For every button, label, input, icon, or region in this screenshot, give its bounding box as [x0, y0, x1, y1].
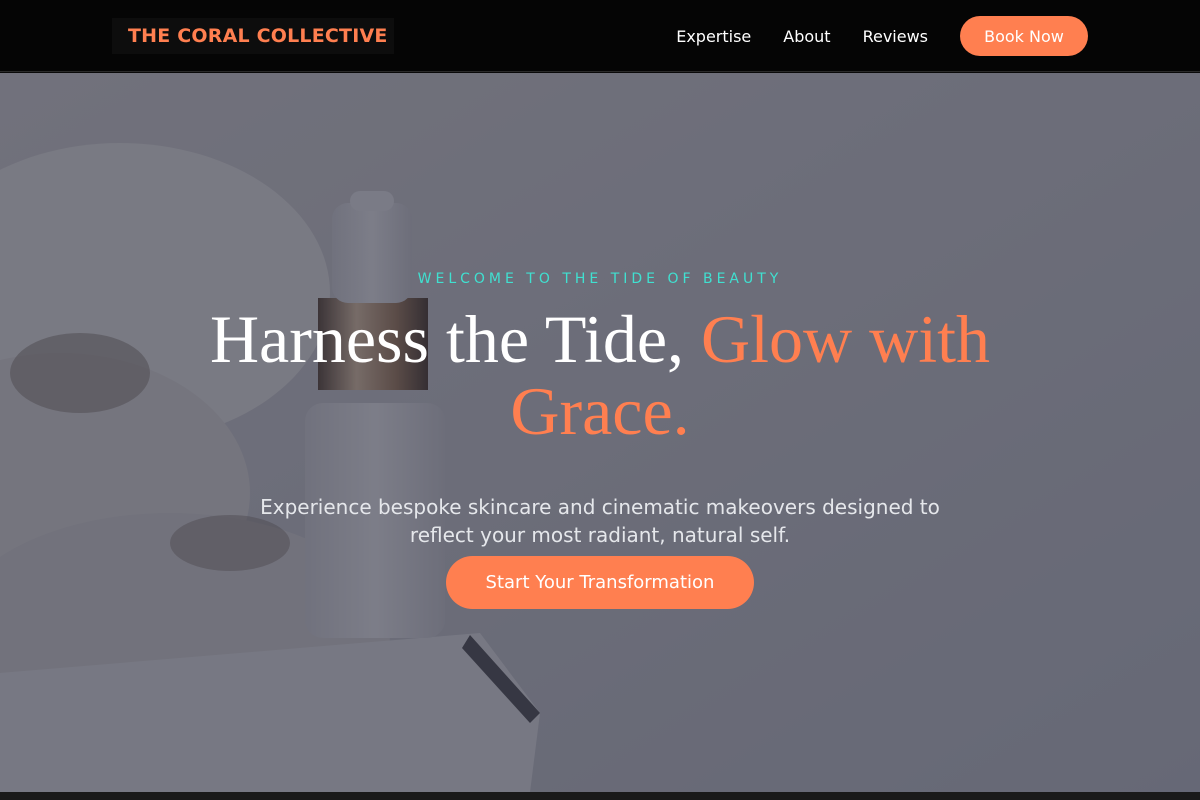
book-now-button[interactable]: Book Now: [960, 16, 1088, 56]
headline-main-text: Harness the Tide,: [209, 301, 702, 377]
brand-logo[interactable]: THE CORAL COLLECTIVE: [112, 18, 394, 54]
nav-link-expertise[interactable]: Expertise: [676, 27, 751, 46]
top-navbar: THE CORAL COLLECTIVE Expertise About Rev…: [0, 0, 1200, 72]
hero-content: WELCOME TO THE TIDE OF BEAUTY Harness th…: [0, 73, 1200, 792]
hero-headline: Harness the Tide, Glow with Grace.: [150, 303, 1050, 447]
main-nav: Expertise About Reviews Book Now: [676, 0, 1088, 72]
hero-subtext: Experience bespoke skincare and cinemati…: [260, 495, 940, 547]
start-transformation-button[interactable]: Start Your Transformation: [446, 556, 754, 609]
hero-section: WELCOME TO THE TIDE OF BEAUTY Harness th…: [0, 73, 1200, 792]
next-section-edge: [0, 792, 1200, 800]
nav-link-about[interactable]: About: [783, 27, 830, 46]
hero-eyebrow: WELCOME TO THE TIDE OF BEAUTY: [417, 271, 783, 287]
nav-link-reviews[interactable]: Reviews: [863, 27, 928, 46]
